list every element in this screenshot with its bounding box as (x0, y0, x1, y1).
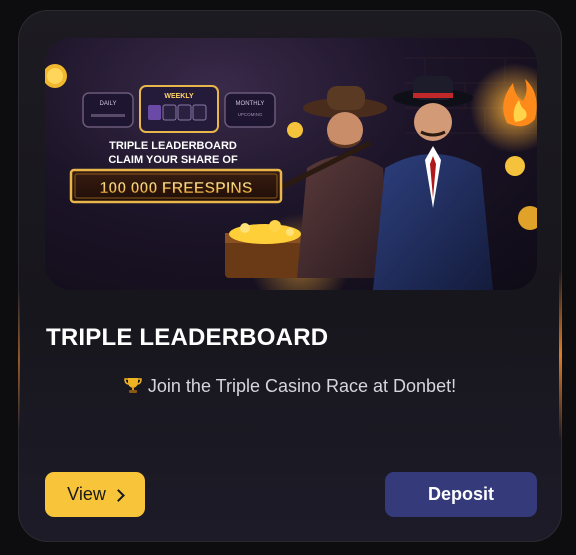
banner-prize: 100 000 FREESPINS (100, 180, 253, 197)
trophy-icon (124, 376, 142, 399)
banner-tab-daily: DAILY (100, 101, 117, 107)
view-button-label: View (67, 484, 106, 504)
chevron-right-icon (111, 488, 125, 502)
promo-banner-image: DAILY WEEKLY MONTHLY UPCOMING TRIPLE LEA… (45, 38, 537, 290)
banner-tab-weekly: WEEKLY (164, 93, 194, 100)
promo-description-text: Join the Triple Casino Race at Donbet! (147, 376, 457, 396)
promo-title: TRIPLE LEADERBOARD (46, 324, 329, 351)
banner-tab-monthly-sub: UPCOMING (238, 112, 263, 117)
banner-illustration: DAILY WEEKLY MONTHLY UPCOMING TRIPLE LEA… (45, 57, 537, 290)
promo-description: Join the Triple Casino Race at Donbet! (18, 376, 562, 399)
view-button[interactable]: View (45, 472, 145, 517)
promo-card: DAILY WEEKLY MONTHLY UPCOMING TRIPLE LEA… (18, 10, 562, 542)
banner-headline-1: TRIPLE LEADERBOARD (109, 140, 237, 152)
banner-headline-2: CLAIM YOUR SHARE OF (108, 154, 238, 166)
banner-tab-monthly: MONTHLY (236, 101, 265, 107)
deposit-button[interactable]: Deposit (385, 472, 537, 517)
